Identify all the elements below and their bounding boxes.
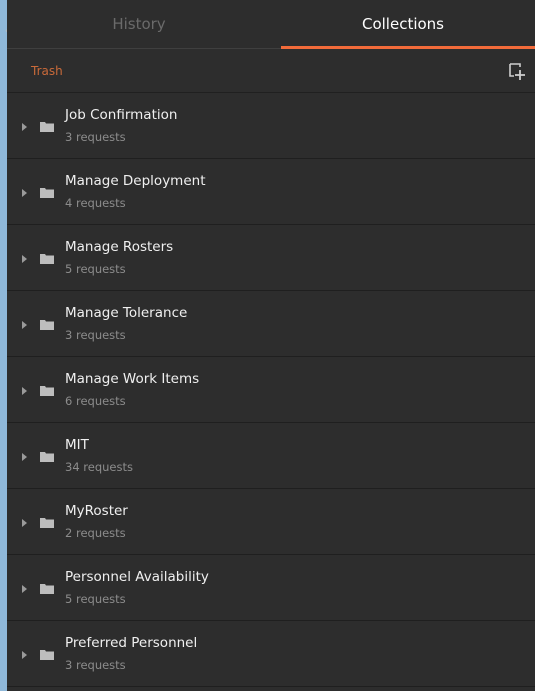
tab-history[interactable]: History — [7, 0, 271, 48]
folder-icon — [40, 188, 54, 198]
expand-caret-icon[interactable] — [22, 651, 27, 659]
collection-item-manage-tolerance[interactable]: Manage Tolerance 3 requests — [7, 291, 535, 357]
collection-name: Manage Work Items — [65, 371, 200, 387]
collection-item-personnel-availability[interactable]: Personnel Availability 5 requests — [7, 555, 535, 621]
collection-item-manage-deployment[interactable]: Manage Deployment 4 requests — [7, 159, 535, 225]
collection-name: Job Confirmation — [65, 107, 178, 123]
collection-item-manage-rosters[interactable]: Manage Rosters 5 requests — [7, 225, 535, 291]
collection-name: Preferred Personnel — [65, 635, 198, 651]
collection-request-count: 3 requests — [65, 328, 126, 342]
window-edge — [0, 0, 7, 691]
expand-caret-icon[interactable] — [22, 585, 27, 593]
expand-caret-icon[interactable] — [22, 255, 27, 263]
folder-icon — [40, 320, 54, 330]
collection-name: Manage Rosters — [65, 239, 174, 255]
collection-request-count: 2 requests — [65, 526, 126, 540]
expand-caret-icon[interactable] — [22, 519, 27, 527]
folder-icon — [40, 254, 54, 264]
collection-request-count: 3 requests — [65, 658, 126, 672]
folder-icon — [40, 122, 54, 132]
folder-icon — [40, 650, 54, 660]
collection-item-manage-work-items[interactable]: Manage Work Items 6 requests — [7, 357, 535, 423]
collection-request-count: 5 requests — [65, 592, 126, 606]
collection-request-count: 5 requests — [65, 262, 126, 276]
folder-icon — [40, 584, 54, 594]
tab-bar: History Collections — [7, 0, 535, 49]
collection-item-mit[interactable]: MIT 34 requests — [7, 423, 535, 489]
expand-caret-icon[interactable] — [22, 189, 27, 197]
collection-name: Manage Tolerance — [65, 305, 188, 321]
folder-icon — [40, 518, 54, 528]
collections-toolbar: Trash — [7, 49, 535, 93]
expand-caret-icon[interactable] — [22, 321, 27, 329]
collection-item-myroster[interactable]: MyRoster 2 requests — [7, 489, 535, 555]
collection-item-job-confirmation[interactable]: Job Confirmation 3 requests — [7, 93, 535, 159]
collection-name: Personnel Availability — [65, 569, 209, 585]
trash-link[interactable]: Trash — [31, 64, 63, 78]
expand-caret-icon[interactable] — [22, 453, 27, 461]
collection-list: Job Confirmation 3 requests Manage Deplo… — [7, 93, 535, 687]
expand-caret-icon[interactable] — [22, 387, 27, 395]
collection-request-count: 4 requests — [65, 196, 126, 210]
collection-item-preferred-personnel[interactable]: Preferred Personnel 3 requests — [7, 621, 535, 687]
sidebar-panel: History Collections Trash Job Confirmati… — [7, 0, 535, 691]
folder-icon — [40, 452, 54, 462]
collection-name: MIT — [65, 437, 89, 453]
tab-collections[interactable]: Collections — [271, 0, 535, 49]
folder-icon — [40, 386, 54, 396]
new-collection-icon[interactable] — [507, 61, 527, 81]
expand-caret-icon[interactable] — [22, 123, 27, 131]
collection-request-count: 3 requests — [65, 130, 126, 144]
collection-request-count: 34 requests — [65, 460, 133, 474]
collection-name: Manage Deployment — [65, 173, 206, 189]
collection-request-count: 6 requests — [65, 394, 126, 408]
collection-name: MyRoster — [65, 503, 128, 519]
